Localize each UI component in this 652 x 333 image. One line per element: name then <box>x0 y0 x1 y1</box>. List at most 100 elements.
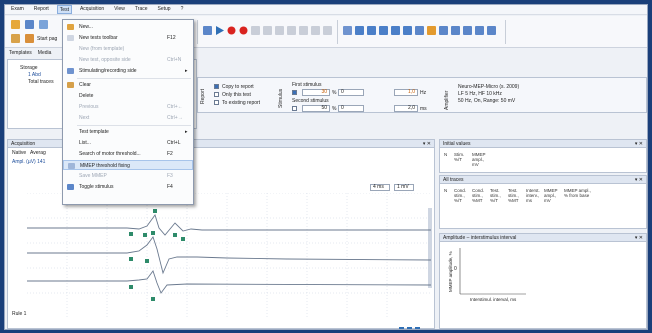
print-preview-icon[interactable] <box>25 34 34 43</box>
menu-exam[interactable]: Exam <box>9 5 26 14</box>
trace-3 <box>27 270 431 294</box>
menu-item-new-opposite[interactable]: New test, opposite side Ctrl+N <box>63 55 193 65</box>
menu-item-list[interactable]: List... Ctrl+L <box>63 138 193 148</box>
first-stimulus-input[interactable]: 30 <box>302 89 330 96</box>
marker2-icon[interactable] <box>367 26 376 35</box>
storage-label: Storage <box>20 65 38 71</box>
only-this-test-checkbox[interactable] <box>214 92 219 97</box>
second-unit: % <box>332 106 337 112</box>
marker-point <box>145 259 149 263</box>
menu-test[interactable]: Test <box>56 5 72 14</box>
second-delay-input[interactable]: 0 <box>338 105 364 112</box>
amplitude-icon[interactable] <box>427 26 436 35</box>
first-stimulus-label: First stimulus <box>292 82 322 88</box>
tab-native[interactable]: Native <box>12 150 26 156</box>
play-icon[interactable] <box>215 26 224 35</box>
report-group-label: Report <box>200 88 206 104</box>
second-stimulus-checkbox[interactable] <box>292 106 297 111</box>
repeat-icon[interactable] <box>287 26 296 35</box>
existing-report-checkbox[interactable] <box>214 100 219 105</box>
menu-item-new-tests-toolbar[interactable]: New tests toolbar F12 <box>63 33 193 43</box>
print-icon[interactable] <box>11 34 20 43</box>
at-col-ampl: MMEP ampl., mV <box>544 188 558 203</box>
copy-to-report-checkbox[interactable] <box>214 84 219 89</box>
polyphasic-icon[interactable] <box>475 26 484 35</box>
first-delay-input[interactable]: 0 <box>338 89 364 96</box>
at-col-n: N <box>444 188 448 193</box>
at-col-test-mt: Test. stim., %MT <box>508 188 519 203</box>
save-icon[interactable] <box>39 20 48 29</box>
menu-help[interactable]: ? <box>179 5 186 14</box>
menu-acquisition[interactable]: Acquisition <box>78 5 106 14</box>
menu-item-new-from-template[interactable]: New (from template) <box>63 44 193 54</box>
menu-item-clear[interactable]: Clear <box>63 80 193 90</box>
acquisition-footer: Rule 1 <box>12 311 27 317</box>
sweep-select[interactable]: 4 ms <box>370 184 390 191</box>
tab-average[interactable]: Averag <box>30 150 46 156</box>
menu-item-delete[interactable]: Delete <box>63 91 193 101</box>
menu-item-new[interactable]: New... <box>63 22 193 32</box>
amplifier-group-label: Amplifier <box>444 90 450 110</box>
view-mode-icon[interactable] <box>399 327 404 329</box>
trace-2 <box>27 236 431 275</box>
stimulus-icon[interactable] <box>203 26 212 35</box>
menu-item-mmep-threshold[interactable]: MMEP threshold fixing <box>63 160 193 170</box>
record-stop-icon[interactable] <box>239 26 248 35</box>
menu-view[interactable]: View <box>112 5 127 14</box>
start-page-label[interactable]: Start pag <box>37 36 57 42</box>
marker-point <box>129 285 133 289</box>
sensitivity-select[interactable]: 1 mV <box>394 184 414 191</box>
menu-setup[interactable]: Setup <box>156 5 173 14</box>
at-col-interval: Interst. interv., ms <box>526 188 540 203</box>
second-stimulus-label: Second stimulus <box>292 98 329 104</box>
menu-item-previous[interactable]: Previous Ctrl+← <box>63 102 193 112</box>
clear-trace-icon[interactable] <box>323 26 332 35</box>
zoom-in-icon[interactable] <box>415 26 424 35</box>
settings-icon[interactable] <box>487 26 496 35</box>
tab-media[interactable]: Media <box>38 50 52 58</box>
template-item[interactable]: 1 Abd <box>28 72 41 78</box>
frequency-input[interactable]: 1,0 <box>394 89 418 96</box>
marker-point <box>129 257 133 261</box>
marker3-icon[interactable] <box>379 26 388 35</box>
menu-item-next[interactable]: Next Ctrl+→ <box>63 113 193 123</box>
duration-icon[interactable] <box>463 26 472 35</box>
menu-report[interactable]: Report <box>32 5 51 14</box>
stimulus-group-label: Stimulus <box>278 88 284 108</box>
menu-item-side[interactable]: Stimulating/recording side ▸ <box>63 66 193 76</box>
area-icon[interactable] <box>451 26 460 35</box>
superimpose-icon[interactable] <box>311 26 320 35</box>
first-stimulus-checkbox[interactable] <box>292 90 297 95</box>
amplifier-range: 50 Hz, On, Range: 50 mV <box>458 98 516 104</box>
latency-icon[interactable] <box>439 26 448 35</box>
iv-col-mmep: MMEP ampl., mV <box>472 152 486 167</box>
step-icon[interactable] <box>275 26 284 35</box>
average-icon[interactable] <box>299 26 308 35</box>
amplitude-title: Amplitude – interstimulus interval ▾ ✕ <box>440 234 646 242</box>
pause-icon[interactable] <box>251 26 260 35</box>
marker-point <box>173 233 177 237</box>
first-unit: % <box>332 90 337 96</box>
stop-icon[interactable] <box>263 26 272 35</box>
view-mode3-icon[interactable] <box>415 327 420 329</box>
menu-trace[interactable]: Trace <box>133 5 150 14</box>
record-icon[interactable] <box>227 26 236 35</box>
menu-item-motor-threshold[interactable]: Search of motor threshold... F2 <box>63 149 193 159</box>
tab-templates[interactable]: Templates <box>9 50 32 58</box>
at-col-test-t: Test. stim., %/T <box>490 188 501 203</box>
open-icon[interactable] <box>25 20 34 29</box>
marker4-icon[interactable] <box>391 26 400 35</box>
marker-icon[interactable] <box>355 26 364 35</box>
cursor-icon[interactable] <box>343 26 352 35</box>
new-exam-icon[interactable] <box>11 20 20 29</box>
second-stimulus-input[interactable]: 50 <box>302 105 330 112</box>
menu-item-save-mmep[interactable]: Save MMEP F3 <box>63 171 193 181</box>
marker-point <box>151 297 155 301</box>
interval-input[interactable]: 2,0 <box>394 105 418 112</box>
view-mode2-icon[interactable] <box>407 327 412 329</box>
marker5-icon[interactable] <box>403 26 412 35</box>
menu-item-test-template[interactable]: Test template ▸ <box>63 127 193 137</box>
iv-col-n: N <box>444 152 448 157</box>
menu-item-toggle-stimulus[interactable]: Toggle stimulus F4 <box>63 182 193 192</box>
initial-values-title: Initial values ▾ ✕ <box>440 140 646 148</box>
